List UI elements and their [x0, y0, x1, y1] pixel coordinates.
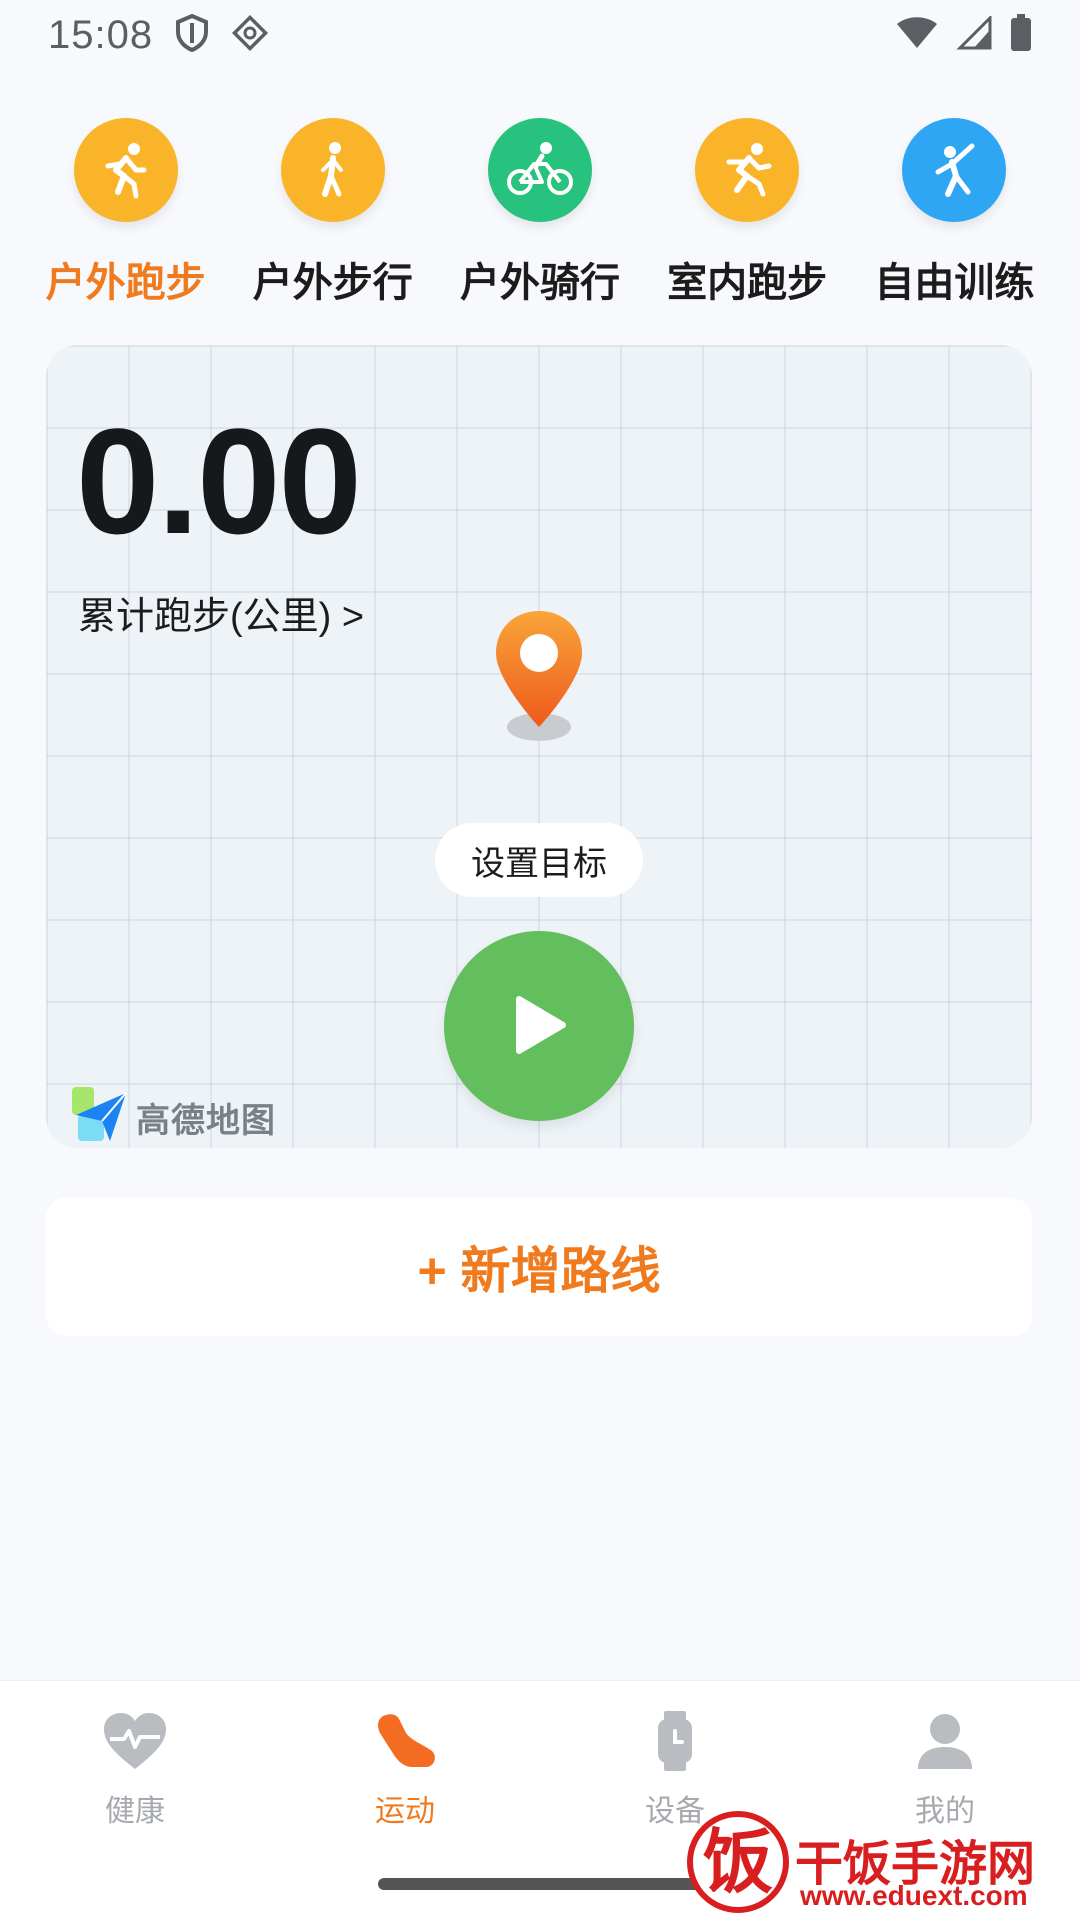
add-route-button[interactable]: + 新增路线: [46, 1198, 1032, 1336]
activity-label: 自由训练: [874, 261, 1035, 305]
nav-health[interactable]: 健康: [35, 1711, 235, 1830]
map-provider-logo: 高德地图: [70, 1085, 276, 1148]
person-icon: [912, 1711, 978, 1776]
home-indicator[interactable]: [378, 1878, 708, 1890]
watermark-url: www.eduext.com: [800, 1880, 1028, 1911]
map-logo-text: 高德地图: [136, 1102, 276, 1140]
watermark: 饭 干饭手游网 www.eduext.com: [680, 1800, 1080, 1920]
activity-outdoor-walk[interactable]: 户外步行: [238, 118, 428, 308]
wifi-icon: [896, 16, 938, 55]
activity-free-training[interactable]: 自由训练: [859, 118, 1049, 308]
nav-sport[interactable]: 运动: [305, 1711, 505, 1830]
start-button[interactable]: [444, 931, 634, 1121]
location-pin-icon: [484, 607, 594, 752]
watch-icon: [642, 1711, 708, 1776]
nav-label: 健康: [105, 1795, 165, 1828]
free-training-icon: [902, 118, 1007, 222]
heart-icon: [102, 1711, 168, 1776]
cycling-icon: [487, 118, 592, 222]
running-icon: [73, 118, 178, 222]
activity-label: 户外步行: [252, 261, 413, 305]
activity-indoor-run[interactable]: 室内跑步: [652, 118, 842, 308]
nav-label: 运动: [375, 1795, 435, 1828]
status-time: 15:08: [48, 12, 154, 57]
amap-logo-icon: [70, 1085, 130, 1148]
activity-label: 户外跑步: [45, 261, 206, 305]
activity-type-row: 户外跑步 户外步行 户外骑行 室内跑步 自由训练: [0, 118, 1080, 308]
activity-label: 室内跑步: [667, 261, 828, 305]
map-card: 0.00 累计跑步(公里) > 设置目标 高德地图: [46, 345, 1032, 1148]
activity-outdoor-cycle[interactable]: 户外骑行: [445, 118, 635, 308]
status-bar: 15:08: [0, 0, 1080, 70]
play-icon: [509, 993, 569, 1060]
total-distance-link[interactable]: 累计跑步(公里) >: [78, 585, 364, 640]
walking-icon: [280, 118, 385, 222]
set-goal-button[interactable]: 设置目标: [435, 823, 643, 897]
status-right: [896, 13, 1032, 57]
activity-label: 户外骑行: [459, 261, 620, 305]
status-left: 15:08: [48, 13, 269, 58]
shield-icon: [175, 13, 209, 57]
watermark-logo: 饭: [687, 1811, 789, 1913]
activity-outdoor-run[interactable]: 户外跑步: [31, 118, 221, 308]
battery-icon: [1010, 13, 1032, 57]
distance-value: 0.00: [76, 397, 362, 565]
vpn-icon: [231, 14, 269, 57]
signal-icon: [956, 13, 992, 55]
shoe-icon: [372, 1711, 438, 1776]
watermark-logo-char: 饭: [703, 1821, 773, 1903]
indoor-running-icon: [695, 118, 800, 222]
